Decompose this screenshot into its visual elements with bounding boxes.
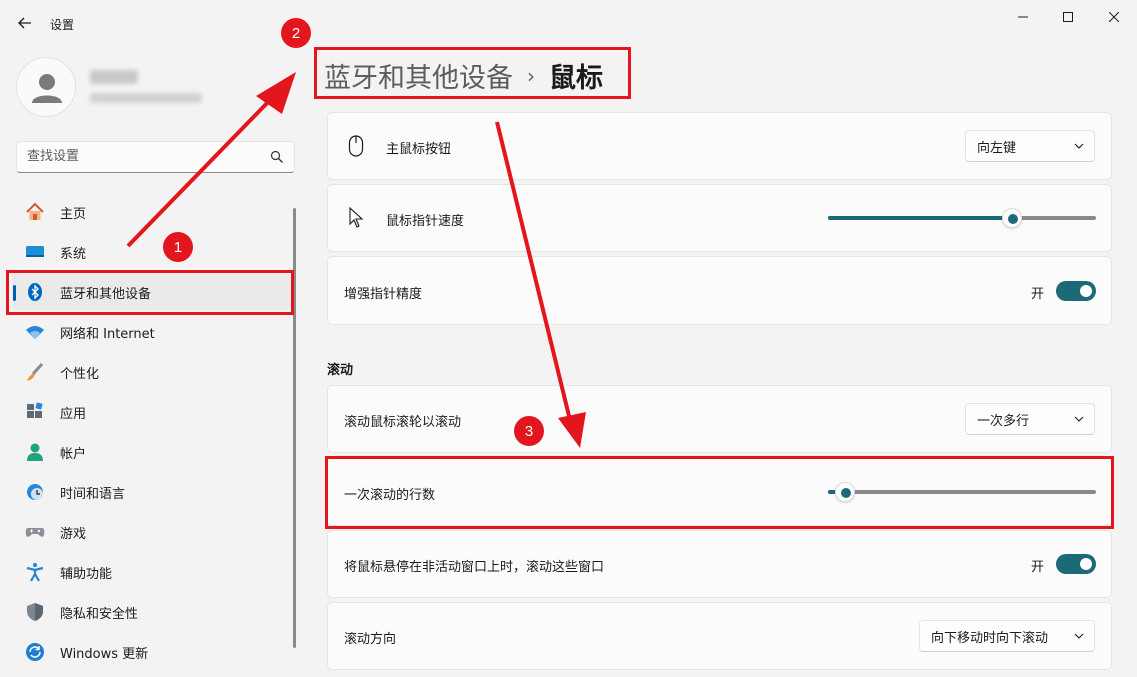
annotation-arrows: [126, 72, 586, 448]
annotation-badge-3: 3: [514, 416, 544, 446]
annotation-badge-2: 2: [281, 18, 311, 48]
annotation-badge-1: 1: [163, 232, 193, 262]
